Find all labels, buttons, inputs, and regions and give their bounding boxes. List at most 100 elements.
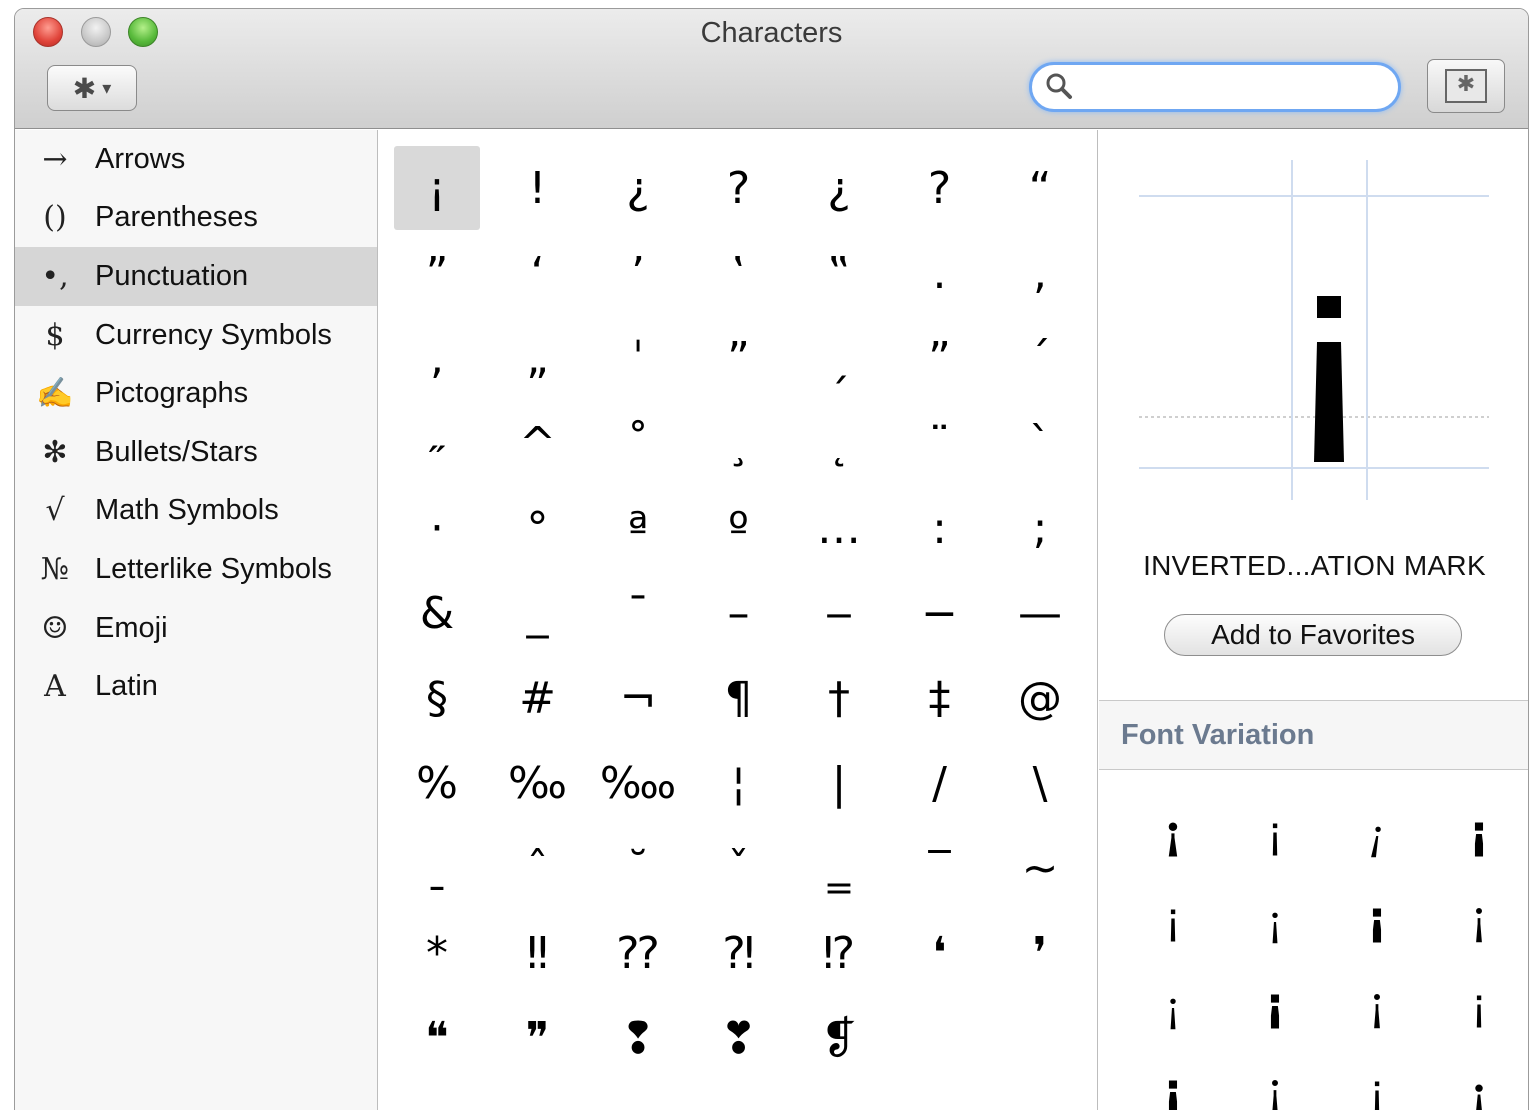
character-cell[interactable]: „ xyxy=(495,316,581,400)
search-field[interactable] xyxy=(1029,62,1401,112)
character-cell[interactable]: ‒ xyxy=(796,571,882,655)
character-cell[interactable]: ¨ xyxy=(897,401,983,485)
add-to-favorites-button[interactable]: Add to Favorites xyxy=(1164,614,1462,656)
font-variation-glyph[interactable]: ¡ xyxy=(1123,962,1223,1046)
character-cell[interactable]: ˘ xyxy=(595,826,681,910)
font-variation-glyph[interactable]: ¡ xyxy=(1225,962,1325,1046)
font-variation-glyph[interactable]: ¡ xyxy=(1123,790,1223,874)
character-cell[interactable]: ˊ xyxy=(997,316,1083,400)
character-cell[interactable]: ¿ xyxy=(595,146,681,230)
character-cell[interactable]: : xyxy=(897,486,983,570)
character-cell[interactable]: ¦ xyxy=(696,741,782,825)
character-cell[interactable]: ‱ xyxy=(595,741,681,825)
character-cell[interactable]: ¯ xyxy=(595,571,681,655)
character-cell[interactable]: † xyxy=(796,656,882,740)
character-cell[interactable]: · xyxy=(394,486,480,570)
font-variation-glyph[interactable]: ¡ xyxy=(1429,790,1528,874)
sidebar-item-parentheses[interactable]: () Parentheses xyxy=(15,189,377,248)
character-cell[interactable]: ❡ xyxy=(796,996,882,1080)
character-cell[interactable]: ˮ xyxy=(696,316,782,400)
character-cell[interactable]: − xyxy=(897,571,983,655)
sidebar-item-letterlike-symbols[interactable]: № Letterlike Symbols xyxy=(15,540,377,599)
font-variation-glyph[interactable]: ¡ xyxy=(1123,1048,1223,1110)
character-cell[interactable]: ” xyxy=(394,231,480,315)
font-variation-glyph[interactable]: ¡ xyxy=(1123,876,1223,960)
character-cell[interactable]: ‰ xyxy=(495,741,581,825)
character-cell[interactable]: ˶ xyxy=(394,401,480,485)
character-cell[interactable]: ; xyxy=(997,486,1083,570)
character-cell[interactable]: ¶ xyxy=(696,656,782,740)
character-cell[interactable]: ‗ xyxy=(796,826,882,910)
font-variation-glyph[interactable]: ¡ xyxy=(1327,790,1427,874)
character-cell[interactable]: ‘ xyxy=(495,231,581,315)
font-variation-glyph[interactable]: ¡ xyxy=(1327,876,1427,960)
character-cell[interactable]: ¡ xyxy=(394,146,480,230)
character-cell[interactable]: ^ xyxy=(495,401,581,485)
character-cell[interactable]: \ xyxy=(997,741,1083,825)
character-cell[interactable]: % xyxy=(394,741,480,825)
font-variation-glyph[interactable]: ¡ xyxy=(1225,1048,1325,1110)
character-cell[interactable]: * xyxy=(394,911,480,995)
sidebar-item-math-symbols[interactable]: √ Math Symbols xyxy=(15,482,377,541)
character-cell[interactable]: ‛ xyxy=(696,231,782,315)
sidebar-item-pictographs[interactable]: ✍ Pictographs xyxy=(15,364,377,423)
character-cell[interactable]: ⁇ xyxy=(595,911,681,995)
character-cell[interactable]: ❢ xyxy=(595,996,681,1080)
character-cell[interactable]: § xyxy=(394,656,480,740)
character-cell[interactable]: ‡ xyxy=(897,656,983,740)
character-cell[interactable]: & xyxy=(394,571,480,655)
character-cell[interactable]: . xyxy=(897,231,983,315)
sidebar-item-currency-symbols[interactable]: $ Currency Symbols xyxy=(15,306,377,365)
character-cell[interactable]: ˚ xyxy=(595,401,681,485)
sidebar-item-emoji[interactable]: ☺ Emoji xyxy=(15,599,377,658)
character-cell[interactable]: ˋ xyxy=(997,401,1083,485)
character-cell[interactable]: ❛ xyxy=(897,911,983,995)
character-cell[interactable]: ? xyxy=(897,146,983,230)
font-variation-glyph[interactable]: ¡ xyxy=(1225,876,1325,960)
font-variation-glyph[interactable]: ¡ xyxy=(1429,962,1528,1046)
character-cell[interactable]: / xyxy=(897,741,983,825)
character-cell[interactable]: ˍ xyxy=(394,826,480,910)
character-cell[interactable]: _ xyxy=(495,571,581,655)
character-cell[interactable]: ‟ xyxy=(796,231,882,315)
character-cell[interactable]: ª xyxy=(595,486,681,570)
character-cell[interactable]: ¿ xyxy=(796,146,882,230)
character-cell[interactable]: – xyxy=(696,571,782,655)
character-cell[interactable]: ? xyxy=(696,146,782,230)
font-variation-glyph[interactable]: ¡ xyxy=(1225,790,1325,874)
character-cell[interactable]: ! xyxy=(495,146,581,230)
character-cell[interactable]: @ xyxy=(997,656,1083,740)
character-cell[interactable]: ° xyxy=(495,486,581,570)
character-cell[interactable]: , xyxy=(394,316,480,400)
font-variation-glyph[interactable]: ¡ xyxy=(1327,1048,1427,1110)
character-cell[interactable]: ˏ xyxy=(796,316,882,400)
character-cell[interactable]: | xyxy=(796,741,882,825)
action-menu-button[interactable]: ✱ ▾ xyxy=(47,65,137,111)
character-cell[interactable]: ˆ xyxy=(495,826,581,910)
character-cell[interactable]: ˛ xyxy=(796,401,882,485)
sidebar-item-latin[interactable]: A Latin xyxy=(15,657,377,716)
font-variation-glyph[interactable]: ¡ xyxy=(1429,1048,1528,1110)
character-cell[interactable]: ¸ xyxy=(696,401,782,485)
character-cell[interactable]: ˈ xyxy=(595,316,681,400)
character-cell[interactable]: ‾ xyxy=(897,826,983,910)
character-cell[interactable]: … xyxy=(796,486,882,570)
character-cell[interactable]: , xyxy=(997,231,1083,315)
character-cell[interactable]: ❝ xyxy=(394,996,480,1080)
font-variation-glyph[interactable]: ¡ xyxy=(1327,962,1427,1046)
character-cell[interactable]: # xyxy=(495,656,581,740)
character-cell[interactable]: ❣ xyxy=(696,996,782,1080)
sidebar-item-arrows[interactable]: → Arrows xyxy=(15,130,377,189)
character-cell[interactable]: ⁈ xyxy=(696,911,782,995)
character-cell[interactable]: ¬ xyxy=(595,656,681,740)
font-variation-glyph[interactable]: ¡ xyxy=(1429,876,1528,960)
character-cell[interactable]: — xyxy=(997,571,1083,655)
character-cell[interactable]: ⁉ xyxy=(796,911,882,995)
sidebar-item-bullets-stars[interactable]: ✻ Bullets/Stars xyxy=(15,423,377,482)
character-cell[interactable]: ˮ xyxy=(897,316,983,400)
character-cell[interactable]: ‼ xyxy=(495,911,581,995)
character-cell[interactable]: ~ xyxy=(997,826,1083,910)
keyboard-viewer-button[interactable]: ✱ xyxy=(1427,59,1505,113)
character-cell[interactable]: º xyxy=(696,486,782,570)
sidebar-item-punctuation[interactable]: •, Punctuation xyxy=(15,247,377,306)
